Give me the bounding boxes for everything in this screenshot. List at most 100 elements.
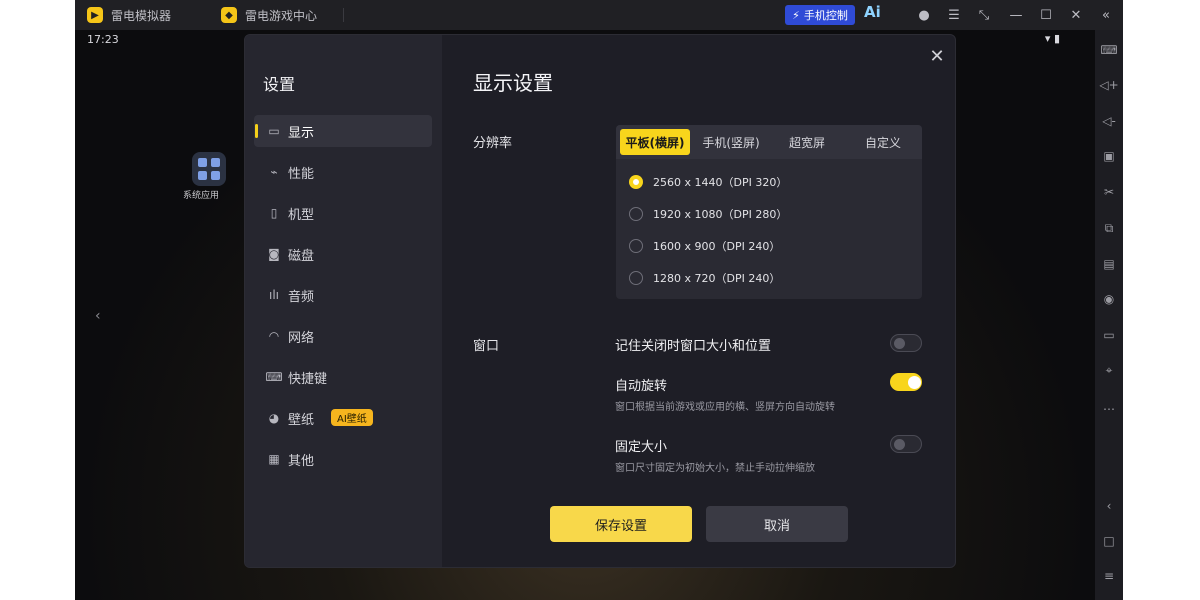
resolution-tabs: 平板(横屏) 手机(竖屏) 超宽屏 自定义	[616, 125, 922, 159]
mobile-control-button[interactable]: ⚡ 手机控制	[785, 5, 855, 25]
nav-other[interactable]: ▦ 其他	[254, 443, 432, 475]
user-avatar-icon[interactable]: ●	[915, 6, 933, 24]
nav-performance[interactable]: ⌁ 性能	[254, 156, 432, 188]
nav-disk-label: 磁盘	[288, 249, 315, 264]
nav-disk[interactable]: ◙ 磁盘	[254, 238, 432, 270]
toggle-knob	[908, 376, 921, 389]
chevron-left-icon[interactable]: ‹	[95, 308, 101, 324]
emulator-logo-icon: ▶	[87, 7, 103, 23]
save-button[interactable]: 保存设置	[550, 506, 692, 542]
resolution-label: 分辨率	[473, 136, 513, 151]
resolution-option-label: 2560 x 1440（DPI 320）	[653, 176, 788, 189]
volume-up-icon[interactable]: ◁+	[1099, 77, 1118, 93]
fixed-size-toggle[interactable]	[890, 435, 922, 453]
nav-model[interactable]: ▯ 机型	[254, 197, 432, 229]
toggle-knob	[894, 439, 905, 450]
phone-icon: ▯	[270, 206, 278, 220]
nav-model-label: 机型	[288, 208, 315, 223]
home-icon[interactable]: □	[1101, 533, 1117, 549]
audio-icon: ılı	[268, 288, 279, 302]
settings-dialog: 设置 ▭ 显示 ⌁ 性能 ▯ 机型 ◙ 磁盘 ılı 音频 ◠ 网络 ⌨ 快捷键	[244, 34, 956, 568]
palette-icon: ◕	[268, 411, 280, 425]
menu-icon[interactable]: ☰	[945, 6, 963, 24]
back-icon[interactable]: ‹	[1101, 498, 1117, 514]
tab-custom[interactable]: 自定义	[848, 129, 918, 155]
mobile-control-label: 手机控制	[803, 9, 848, 22]
resolution-panel: 平板(横屏) 手机(竖屏) 超宽屏 自定义 2560 x 1440（DPI 32…	[616, 125, 922, 299]
maximize-icon[interactable]: ☐	[1037, 6, 1055, 24]
minimize-icon[interactable]: —	[1007, 6, 1025, 24]
auto-rotate-label: 自动旋转	[615, 379, 668, 394]
wifi-icon: ◠	[268, 329, 280, 343]
system-apps-label: 系统应用	[183, 191, 220, 201]
location-icon[interactable]: ⌖	[1101, 362, 1117, 378]
resolution-option[interactable]: 1280 x 720（DPI 240）	[629, 268, 780, 288]
tab-divider	[343, 8, 344, 22]
more-icon[interactable]: …	[1101, 398, 1117, 414]
tab-ultrawide[interactable]: 超宽屏	[772, 129, 842, 155]
shrink-window-icon[interactable]: ⤡	[975, 6, 993, 24]
ai-button[interactable]: Ai	[864, 3, 881, 21]
tab-emulator-label: 雷电模拟器	[111, 8, 172, 23]
resolution-option[interactable]: 2560 x 1440（DPI 320）	[629, 172, 787, 192]
signal-battery-icon: ▾ ▮	[1044, 32, 1060, 45]
monitor-icon: ▭	[268, 124, 280, 138]
remember-window-toggle[interactable]	[890, 334, 922, 352]
cancel-button[interactable]: 取消	[706, 506, 848, 542]
lightning-icon: ⚡	[792, 8, 800, 22]
game-center-logo-icon: ◆	[221, 7, 237, 23]
nav-audio[interactable]: ılı 音频	[254, 279, 432, 311]
tab-tablet-landscape[interactable]: 平板(横屏)	[620, 129, 690, 155]
collapse-sidebar-icon[interactable]: «	[1097, 6, 1115, 24]
remember-window-label: 记住关闭时窗口大小和位置	[615, 339, 772, 354]
tab-phone-portrait[interactable]: 手机(竖屏)	[696, 129, 766, 155]
resolution-option[interactable]: 1600 x 900（DPI 240）	[629, 236, 780, 256]
tab-emulator[interactable]: ▶ 雷电模拟器	[87, 0, 171, 30]
close-window-icon[interactable]: ✕	[1067, 6, 1085, 24]
nav-shortcuts[interactable]: ⌨ 快捷键	[254, 361, 432, 393]
record-icon[interactable]: ◉	[1101, 291, 1117, 307]
nav-other-label: 其他	[288, 454, 315, 469]
screenshot-icon[interactable]: ▣	[1101, 148, 1117, 164]
recents-icon[interactable]: ≡	[1101, 568, 1117, 584]
radio-icon[interactable]	[629, 207, 643, 221]
disk-icon: ◙	[268, 247, 280, 261]
window-label: 窗口	[473, 339, 500, 354]
auto-rotate-desc: 窗口根据当前游戏或应用的横、竖屏方向自动旋转	[615, 402, 835, 413]
nav-network-label: 网络	[288, 331, 315, 346]
resolution-option[interactable]: 1920 x 1080（DPI 280）	[629, 204, 787, 224]
nav-wallpaper-label: 壁纸	[288, 413, 315, 428]
multi-instance-icon[interactable]: ⧉	[1101, 220, 1117, 236]
nav-audio-label: 音频	[288, 290, 315, 305]
status-clock: 17:23	[87, 33, 119, 46]
tab-game-center[interactable]: ◆ 雷电游戏中心	[221, 0, 317, 30]
close-dialog-icon[interactable]: ✕	[929, 48, 945, 66]
settings-sidebar: 设置 ▭ 显示 ⌁ 性能 ▯ 机型 ◙ 磁盘 ılı 音频 ◠ 网络 ⌨ 快捷键	[245, 35, 442, 567]
resolution-option-label: 1280 x 720（DPI 240）	[653, 272, 781, 285]
system-apps-icon[interactable]	[192, 152, 226, 186]
radio-selected-icon[interactable]	[629, 175, 643, 189]
fixed-size-desc: 窗口尺寸固定为初始大小，禁止手动拉伸缩放	[615, 463, 815, 474]
nav-performance-label: 性能	[288, 167, 315, 182]
volume-down-icon[interactable]: ◁-	[1101, 113, 1117, 129]
nav-display[interactable]: ▭ 显示	[254, 115, 432, 147]
nav-network[interactable]: ◠ 网络	[254, 320, 432, 352]
page-title: 显示设置	[473, 71, 553, 95]
tab-game-center-label: 雷电游戏中心	[245, 8, 318, 23]
auto-rotate-toggle[interactable]	[890, 373, 922, 391]
keyboard-icon[interactable]: ⌨	[1100, 42, 1117, 58]
title-bar: ▶ 雷电模拟器 ◆ 雷电游戏中心 ⚡ 手机控制 Ai ● ☰ ⤡ — ☐ ✕ «	[75, 0, 1123, 30]
nav-wallpaper[interactable]: ◕ 壁纸 AI壁纸	[254, 402, 432, 434]
grid-icon: ▦	[268, 452, 280, 466]
robot-icon[interactable]: ▤	[1101, 256, 1117, 272]
scissors-icon[interactable]: ✂	[1101, 184, 1117, 200]
folder-icon[interactable]: ▭	[1101, 327, 1117, 343]
keyboard-icon: ⌨	[265, 370, 283, 384]
performance-icon: ⌁	[270, 165, 278, 179]
nav-display-label: 显示	[288, 126, 315, 141]
radio-icon[interactable]	[629, 239, 643, 253]
fixed-size-label: 固定大小	[615, 440, 668, 455]
toggle-knob	[894, 338, 905, 349]
settings-scrollbar[interactable]	[955, 125, 956, 365]
radio-icon[interactable]	[629, 271, 643, 285]
